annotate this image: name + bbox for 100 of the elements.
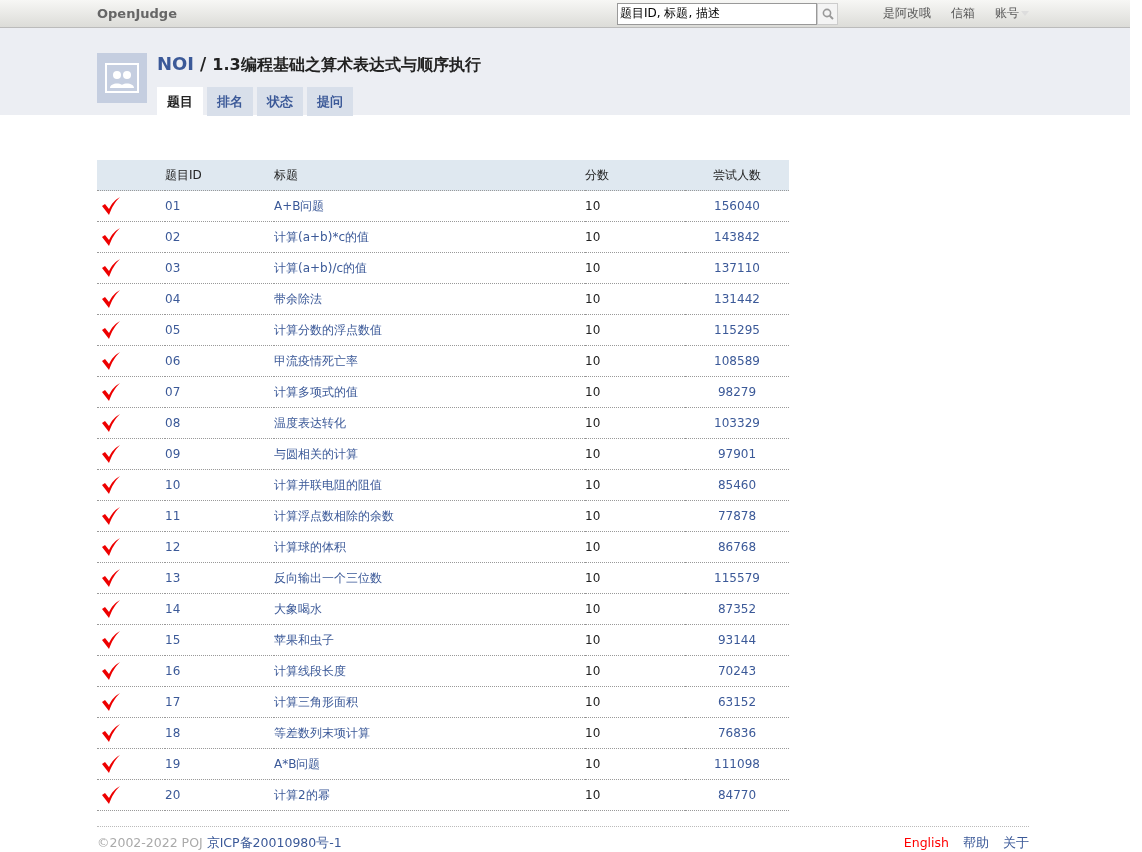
problem-id-link[interactable]: 14 [165, 602, 181, 616]
attempts-link[interactable]: 156040 [714, 199, 760, 213]
title-separator: / [200, 54, 207, 74]
attempts-link[interactable]: 63152 [717, 695, 757, 709]
problem-id-link[interactable]: 04 [165, 292, 181, 306]
problem-id-link[interactable]: 11 [165, 509, 181, 523]
footer-link[interactable]: 关于 [1003, 835, 1029, 852]
tab[interactable]: 排名 [207, 87, 253, 116]
problem-id-link[interactable]: 15 [165, 633, 181, 647]
nav-link[interactable]: 信箱 [951, 5, 975, 22]
attempts-link[interactable]: 85460 [717, 478, 757, 492]
attempts-link[interactable]: 131442 [714, 292, 760, 306]
attempts-link[interactable]: 97901 [717, 447, 757, 461]
score-text: 10 [585, 261, 601, 275]
problem-title-link[interactable]: A+B问题 [274, 199, 325, 213]
group-avatar-icon [97, 53, 147, 103]
attempts-link[interactable]: 143842 [714, 230, 760, 244]
brand-link[interactable]: OpenJudge [97, 6, 177, 21]
problem-id-link[interactable]: 16 [165, 664, 181, 678]
score-text: 10 [585, 664, 601, 678]
problem-id-link[interactable]: 13 [165, 571, 181, 585]
score-text: 10 [585, 695, 601, 709]
problem-title-link[interactable]: 计算并联电阻的阻值 [274, 478, 382, 492]
score-text: 10 [585, 323, 601, 337]
problem-title-link[interactable]: 计算浮点数相除的余数 [274, 509, 394, 523]
attempts-link[interactable]: 108589 [714, 354, 760, 368]
tab[interactable]: 提问 [307, 87, 353, 116]
problem-id-link[interactable]: 17 [165, 695, 181, 709]
attempts-link[interactable]: 87352 [717, 602, 757, 616]
problem-title-link[interactable]: 温度表达转化 [274, 416, 346, 430]
score-text: 10 [585, 602, 601, 616]
column-header: 题目ID [165, 167, 202, 182]
attempts-link[interactable]: 76836 [717, 726, 757, 740]
problem-title-link[interactable]: 计算(a+b)*c的值 [274, 230, 369, 244]
problem-id-link[interactable]: 01 [165, 199, 181, 213]
footer-link[interactable]: English [903, 835, 949, 852]
problem-title-link[interactable]: 苹果和虫子 [274, 633, 334, 647]
search-icon [821, 7, 834, 20]
tab[interactable]: 状态 [257, 87, 303, 116]
attempts-link[interactable]: 115579 [714, 571, 760, 585]
problem-id-link[interactable]: 12 [165, 540, 181, 554]
problem-id-link[interactable]: 10 [165, 478, 181, 492]
attempts-link[interactable]: 86768 [717, 540, 757, 554]
problem-id-link[interactable]: 03 [165, 261, 181, 275]
search-button[interactable] [817, 2, 838, 25]
attempts-link[interactable]: 111098 [714, 757, 760, 771]
attempts-link[interactable]: 70243 [717, 664, 757, 678]
problem-title-link[interactable]: 等差数列末项计算 [274, 726, 370, 740]
score-text: 10 [585, 540, 601, 554]
problem-title-link[interactable]: 甲流疫情死亡率 [274, 354, 358, 368]
icp-link[interactable]: 京ICP备20010980号-1 [206, 835, 342, 850]
problem-title-link[interactable]: 带余除法 [274, 292, 322, 306]
problem-id-link[interactable]: 06 [165, 354, 181, 368]
problem-title-link[interactable]: 计算三角形面积 [274, 695, 358, 709]
problem-id-link[interactable]: 07 [165, 385, 181, 399]
problem-title-link[interactable]: 计算(a+b)/c的值 [274, 261, 368, 275]
search-field[interactable]: 题目ID, 标题, 描述 [617, 2, 817, 25]
problem-title-link[interactable]: 计算线段长度 [274, 664, 346, 678]
problem-id-link[interactable]: 20 [165, 788, 181, 802]
problem-title-link[interactable]: 计算分数的浮点数值 [274, 323, 382, 337]
group-link[interactable]: NOI [157, 53, 195, 74]
score-text: 10 [585, 571, 601, 585]
score-text: 10 [585, 509, 601, 523]
problem-id-link[interactable]: 02 [165, 230, 181, 244]
problem-title-link[interactable]: 大象喝水 [274, 602, 322, 616]
score-text: 10 [585, 416, 601, 430]
score-text: 10 [585, 726, 601, 740]
problem-title-link[interactable]: 反向输出一个三位数 [274, 571, 382, 585]
score-text: 10 [585, 633, 601, 647]
problem-title-link[interactable]: 计算2的幂 [274, 788, 330, 802]
score-text: 10 [585, 292, 601, 306]
score-text: 10 [585, 788, 601, 802]
nav-link[interactable]: 是阿改哦 [883, 5, 931, 22]
problem-id-link[interactable]: 05 [165, 323, 181, 337]
tab[interactable]: 题目 [157, 87, 203, 116]
column-header: 标题 [274, 167, 298, 182]
attempts-link[interactable]: 84770 [717, 788, 757, 802]
problem-title-link[interactable]: 计算球的体积 [274, 540, 346, 554]
problem-title-link[interactable]: 与圆相关的计算 [274, 447, 358, 461]
attempts-link[interactable]: 137110 [714, 261, 760, 275]
attempts-link[interactable]: 77878 [717, 509, 757, 523]
column-header: 尝试人数 [713, 167, 761, 182]
problem-id-link[interactable]: 18 [165, 726, 181, 740]
score-text: 10 [585, 230, 601, 244]
attempts-link[interactable]: 103329 [714, 416, 760, 430]
problem-title-link[interactable]: 计算多项式的值 [274, 385, 358, 399]
attempts-link[interactable]: 93144 [717, 633, 757, 647]
nav-link[interactable]: 账号 [995, 5, 1029, 22]
score-text: 10 [585, 354, 601, 368]
attempts-link[interactable]: 98279 [717, 385, 757, 399]
score-text: 10 [585, 199, 601, 213]
attempts-link[interactable]: 115295 [714, 323, 760, 337]
problem-title-link[interactable]: A*B问题 [274, 757, 321, 771]
copyright-text: ©2002-2022 POJ [97, 835, 203, 850]
footer-link[interactable]: 帮助 [963, 835, 989, 852]
page-title: 1.3编程基础之算术表达式与顺序执行 [212, 55, 481, 76]
column-header: 分数 [585, 167, 609, 182]
problem-id-link[interactable]: 08 [165, 416, 181, 430]
problem-id-link[interactable]: 19 [165, 757, 181, 771]
problem-id-link[interactable]: 09 [165, 447, 181, 461]
